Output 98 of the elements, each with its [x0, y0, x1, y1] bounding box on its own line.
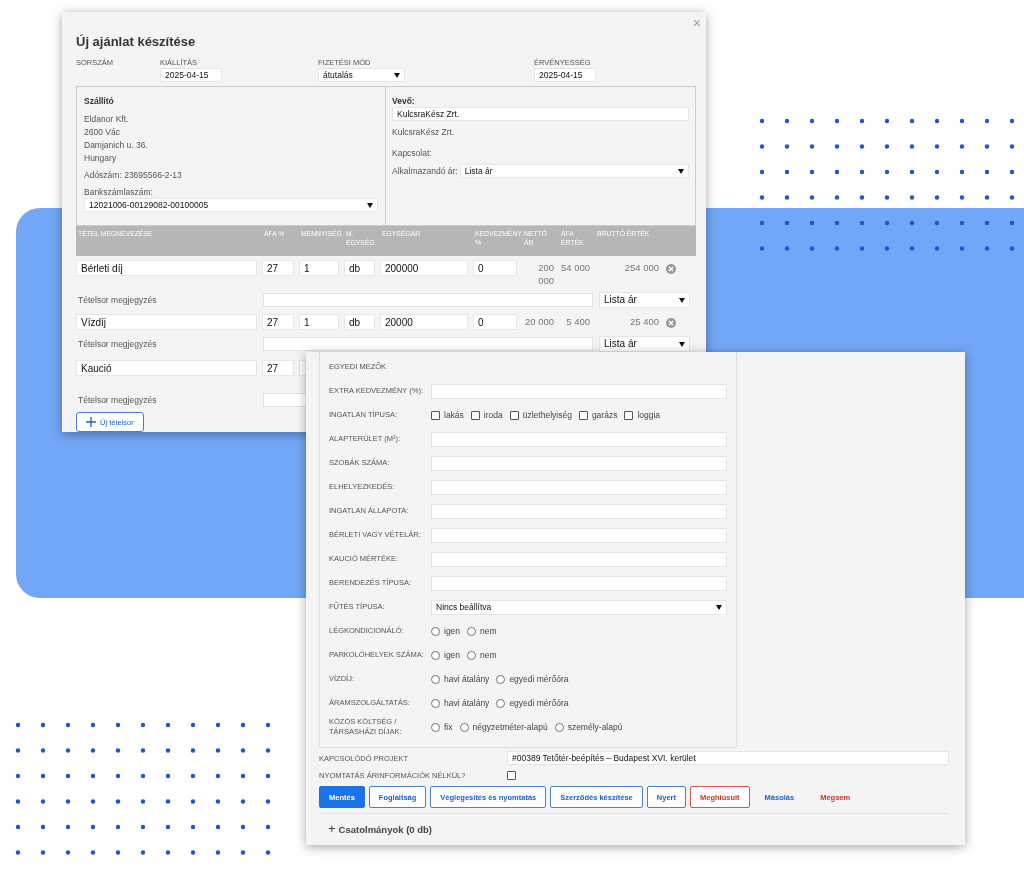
note-field[interactable] — [263, 337, 593, 351]
radio-button[interactable] — [431, 674, 440, 684]
discount-field[interactable]: 0 — [473, 314, 517, 330]
caret-icon — [678, 168, 684, 174]
price-dropdown[interactable]: Lista ár — [459, 164, 689, 178]
field-label: Alkalmazandó ár: — [392, 164, 458, 177]
field-label: Bankszámlaszám: — [84, 186, 154, 198]
option-label: egyedi mérőóra — [509, 674, 569, 684]
gross-amount: 25 400 — [628, 315, 659, 328]
section-heading: Vevő: — [392, 96, 416, 106]
note-field[interactable] — [263, 293, 593, 307]
text-field[interactable] — [431, 479, 727, 495]
option-label: igen — [444, 650, 461, 660]
option-label: fix — [444, 722, 453, 732]
checkbox[interactable] — [470, 410, 480, 420]
attachments-heading[interactable]: Csatolmányok (0 db) — [338, 823, 433, 835]
buyer-name: KulcsraKész Zrt. — [392, 126, 456, 138]
bank-account-dropdown[interactable]: 12021006-00129082-00100005 — [84, 198, 378, 212]
field-label: Kapcsolat: — [392, 147, 433, 159]
quantity-field[interactable]: 1 — [299, 314, 339, 330]
option-label: négyzetméter-alapú — [472, 722, 548, 732]
field-label: Tételsor megjegyzés — [77, 294, 158, 306]
gross-amount: 254 000 — [623, 261, 659, 274]
caret-icon — [716, 604, 722, 610]
quantity-field[interactable]: 1 — [299, 260, 339, 276]
text-field[interactable] — [431, 551, 727, 567]
field-label: Tételsor megjegyzés — [77, 338, 158, 350]
radio-button[interactable] — [467, 626, 477, 636]
discount-field[interactable]: 0 — [473, 260, 517, 276]
checkbox[interactable] — [578, 410, 588, 420]
net-amount: 20 000 — [523, 315, 554, 328]
caret-icon — [394, 72, 400, 78]
vat-field[interactable]: 27 — [262, 314, 294, 330]
item-name-field[interactable]: Vízdíj — [76, 314, 257, 330]
date-field[interactable]: 2025-04-15 — [160, 68, 222, 82]
option-label: havi átalány — [444, 674, 490, 684]
item-name-field[interactable]: Bérleti díj — [76, 260, 257, 276]
section-heading: Szállító — [84, 96, 115, 106]
option-label: lakás — [444, 410, 464, 420]
checkbox[interactable] — [431, 410, 440, 420]
option-label: nem — [480, 650, 497, 660]
unit-price-field[interactable]: 20000 — [380, 314, 468, 330]
option-label: üzlethelyiség — [522, 410, 572, 420]
expand-icon[interactable]: + — [328, 823, 336, 835]
tax-number: Adószám: 23695566-2-13 — [84, 169, 183, 181]
radio-button[interactable] — [467, 650, 477, 660]
unit-price-field[interactable]: 200000 — [380, 260, 468, 276]
option-label: igen — [444, 626, 461, 636]
field-label: Tételsor megjegyzés — [77, 394, 158, 406]
net-amount: 200 000 — [537, 261, 554, 287]
text-field[interactable] — [431, 431, 727, 447]
payment-dropdown[interactable]: átutalás — [318, 68, 405, 82]
item-name-field[interactable]: Kaució — [76, 360, 257, 376]
heating-dropdown[interactable]: Nincs beállítva — [431, 599, 727, 615]
caret-icon — [679, 297, 685, 303]
vat-amount: 54 000 — [559, 261, 590, 274]
buyer-field[interactable]: KulcsraKész Zrt. — [392, 107, 689, 121]
radio-button[interactable] — [496, 698, 506, 708]
unit-field[interactable]: db — [344, 260, 375, 276]
text-field[interactable] — [431, 527, 727, 543]
text-field[interactable] — [431, 383, 727, 399]
remove-icon[interactable] — [666, 264, 676, 274]
vat-field[interactable]: 27 — [262, 260, 294, 276]
radio-button[interactable] — [431, 698, 440, 708]
option-label: nem — [480, 626, 497, 636]
option-label: havi átalány — [444, 698, 490, 708]
option-label: személy-alapú — [567, 722, 623, 732]
text-field[interactable] — [431, 575, 727, 591]
address-line: Eldanor Kft. — [84, 113, 130, 125]
radio-button[interactable] — [496, 674, 506, 684]
dialog-title: Új ajánlat készítése — [76, 34, 197, 51]
vat-field[interactable]: 27 — [262, 360, 294, 376]
caret-icon — [679, 341, 685, 347]
plus-icon — [86, 417, 96, 427]
remove-icon[interactable] — [666, 318, 676, 328]
unit-field[interactable]: db — [344, 314, 375, 330]
checkbox[interactable] — [509, 410, 519, 420]
radio-button[interactable] — [459, 722, 469, 732]
price-type-dropdown[interactable]: Lista ár — [599, 336, 690, 352]
text-field[interactable] — [431, 503, 727, 519]
address-line: Hungary — [84, 152, 118, 164]
project-field[interactable]: #00389 Tetőtér-beépítés – Budapest XVI. kerület — [507, 751, 949, 765]
radio-button[interactable] — [431, 650, 440, 660]
price-type-dropdown[interactable]: Lista ár — [599, 292, 690, 308]
option-label: loggia — [637, 410, 661, 420]
option-label: egyedi mérőóra — [509, 698, 569, 708]
radio-button[interactable] — [554, 722, 564, 732]
address-line: 2600 Vác — [84, 126, 121, 138]
radio-button[interactable] — [431, 626, 440, 636]
radio-button[interactable] — [431, 722, 440, 732]
checkbox[interactable] — [624, 410, 634, 420]
address-line: Damjanich u. 36. — [84, 139, 149, 151]
checkbox[interactable] — [507, 770, 516, 780]
text-field[interactable] — [431, 455, 727, 471]
date-field[interactable]: 2025-04-15 — [534, 68, 596, 82]
option-label: iroda — [483, 410, 503, 420]
vat-amount: 5 400 — [565, 315, 590, 328]
option-label: garázs — [591, 410, 618, 420]
